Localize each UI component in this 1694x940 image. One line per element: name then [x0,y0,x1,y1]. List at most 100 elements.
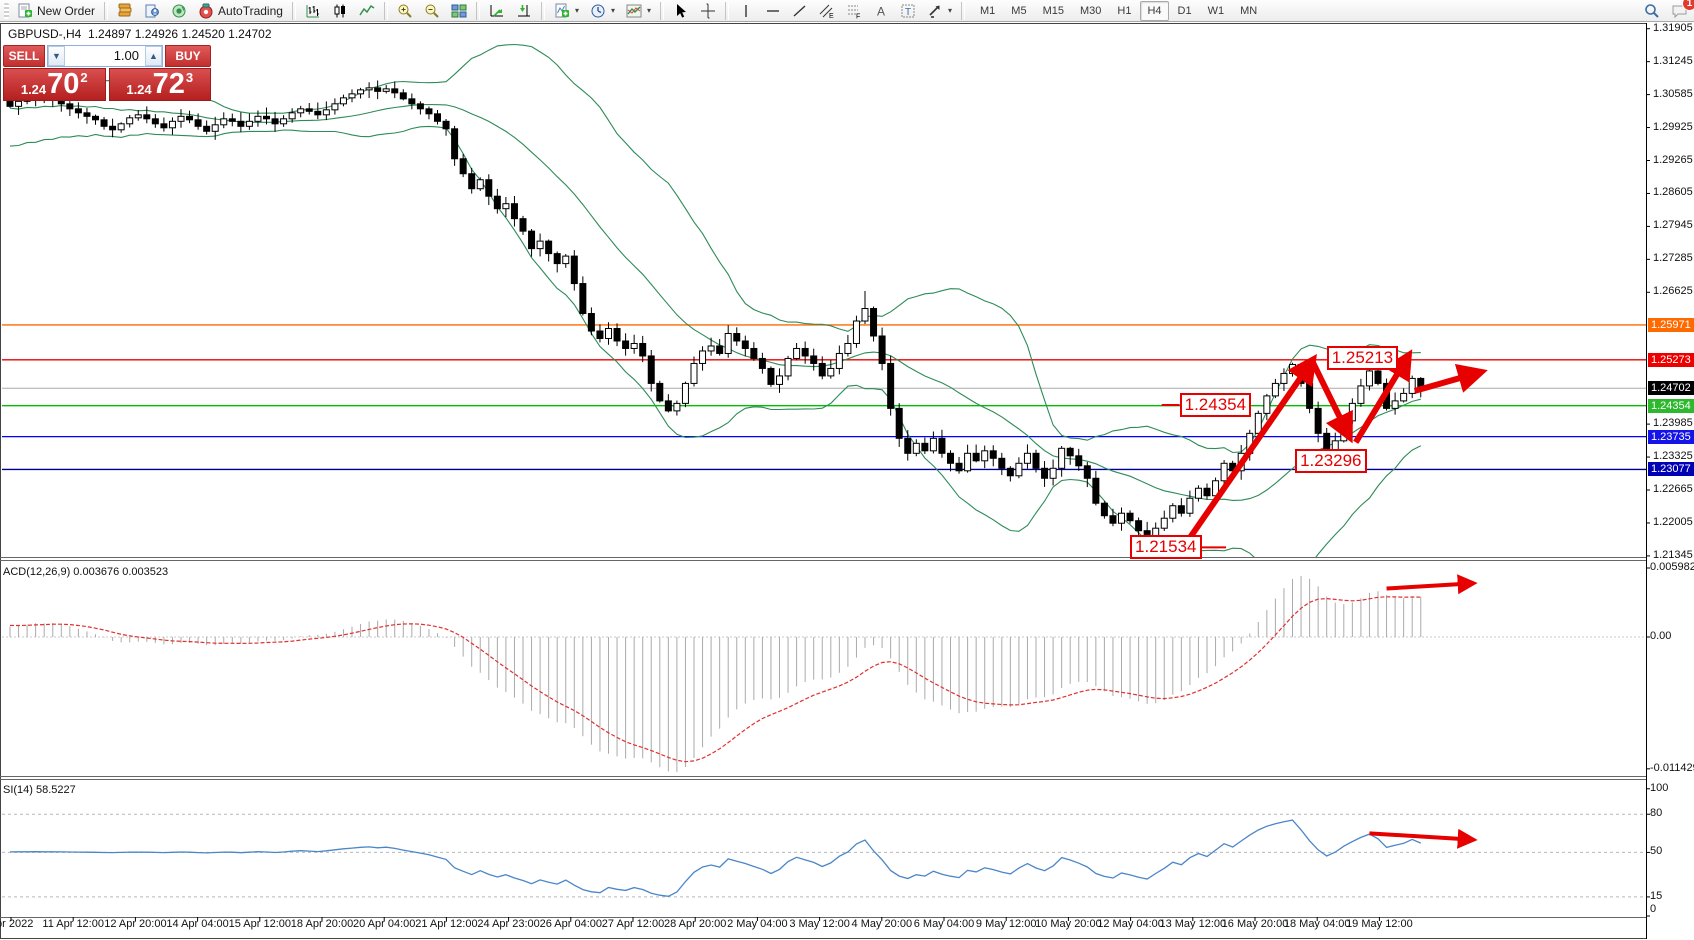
sell-price-panel[interactable]: 1.24 70 2 [3,68,106,101]
buy-price-panel[interactable]: 1.24 72 3 [109,68,212,101]
templates-button[interactable]: ▾ [621,0,656,22]
toolbar-separator [961,2,965,20]
notifications-button[interactable]: 1 [1666,0,1692,22]
autotrading-button[interactable]: AutoTrading [193,0,288,22]
price-annotation[interactable]: 1.21534 [1130,535,1201,559]
profiles-button[interactable] [139,0,165,22]
horizontal-line-icon [765,3,781,19]
chart-canvas[interactable] [0,23,1694,940]
arrows-button[interactable]: ▾ [922,0,957,22]
profiles-icon [144,3,160,19]
dropdown-caret-icon: ▾ [647,6,651,15]
vertical-line-button[interactable] [733,0,759,22]
time-axis-label: 11 Apr 12:00 [42,918,104,930]
timeframe-button-h4[interactable]: H4 [1140,1,1168,21]
price-annotation[interactable]: 1.25213 [1327,346,1398,370]
new-order-button[interactable]: New Order [12,0,100,22]
volume-spinner: ▼ 1.00 ▲ [47,45,163,67]
candlestick-chart-icon [332,3,348,19]
text-label-button[interactable]: T [895,0,921,22]
time-axis-label: 19 May 12:00 [1346,918,1413,930]
buy-button[interactable]: BUY [165,45,211,67]
toolbar-separator [384,2,388,20]
horizontal-line-button[interactable] [760,0,786,22]
tile-windows-icon [451,3,467,19]
time-axis-label: 18 Apr 20:00 [291,918,353,930]
toolbar-grip[interactable] [4,3,9,19]
price-axis-tick: 1.31245 [1653,55,1693,67]
crosshair-button[interactable] [695,0,721,22]
bar-chart-icon [305,3,321,19]
tile-windows-button[interactable] [446,0,472,22]
time-axis-label: 12 Apr 20:00 [104,918,166,930]
price-annotation[interactable]: 1.24354 [1180,393,1251,417]
chart-border [1,24,1647,939]
arrows-icon [927,3,943,19]
trendline-button[interactable] [787,0,813,22]
trendline-icon [792,3,808,19]
buy-price-base: 1.24 [126,82,151,97]
sell-price-point: 2 [80,70,87,85]
svg-text:T: T [905,7,911,18]
timeframe-button-w1[interactable]: W1 [1201,1,1232,21]
price-axis-tick: 1.23985 [1653,417,1693,429]
rsi-axis-tick: 15 [1650,890,1662,902]
timeframe-button-m5[interactable]: M5 [1004,1,1033,21]
price-badge: 1.24354 [1648,399,1694,413]
new-order-label: New Order [37,4,95,18]
time-axis-label: 14 Apr 04:00 [166,918,228,930]
clock-icon [590,3,606,19]
macd-indicator-label: ACD(12,26,9) 0.003676 0.003523 [3,566,168,578]
history-center-button[interactable] [112,0,138,22]
time-axis-label: 21 Apr 12:00 [415,918,477,930]
sell-button[interactable]: SELL [3,45,45,67]
time-axis-label: 24 Apr 23:00 [477,918,539,930]
line-chart-button[interactable] [354,0,380,22]
autotrading-label: AutoTrading [218,4,283,18]
text-button[interactable]: A [868,0,894,22]
rsi-axis-tick: 80 [1650,807,1662,819]
candlestick-chart-button[interactable] [327,0,353,22]
price-axis-tick: 1.22005 [1653,516,1693,528]
equidistant-channel-button[interactable]: E [814,0,840,22]
volume-value[interactable]: 1.00 [65,46,145,66]
timeframe-button-h1[interactable]: H1 [1110,1,1138,21]
price-axis-tick: 1.31905 [1653,22,1693,34]
search-button[interactable] [1639,0,1665,22]
timeframe-button-mn[interactable]: MN [1233,1,1264,21]
time-axis-label: 9 May 12:00 [976,918,1037,930]
bar-chart-button[interactable] [300,0,326,22]
auto-scroll-button[interactable] [484,0,510,22]
volume-decrease-button[interactable]: ▼ [48,46,65,66]
timeframe-button-m15[interactable]: M15 [1036,1,1071,21]
time-axis-label: 4 May 20:00 [852,918,913,930]
timeframe-button-m1[interactable]: M1 [973,1,1002,21]
zoom-in-button[interactable] [392,0,418,22]
time-axis-label: 28 Apr 20:00 [664,918,726,930]
sounds-button[interactable] [166,0,192,22]
macd-axis-tick: 0.005982 [1650,561,1694,573]
price-axis-tick: 1.30585 [1653,88,1693,100]
dropdown-caret-icon: ▾ [575,6,579,15]
timeframe-button-m30[interactable]: M30 [1073,1,1108,21]
time-axis-label: 13 May 12:00 [1159,918,1226,930]
indicators-button[interactable]: ▾ [549,0,584,22]
chart-window: GBPUSD-,H4 1.24897 1.24926 1.24520 1.247… [0,23,1694,940]
time-axis-label: 20 Apr 04:00 [353,918,415,930]
volume-increase-button[interactable]: ▲ [145,46,162,66]
time-axis-label: 26 Apr 04:00 [540,918,602,930]
fibonacci-button[interactable]: F [841,0,867,22]
cursor-button[interactable] [668,0,694,22]
chart-shift-icon [516,3,532,19]
timeframe-button-d1[interactable]: D1 [1171,1,1199,21]
zoom-out-button[interactable] [419,0,445,22]
chart-shift-button[interactable] [511,0,537,22]
sounds-icon [171,3,187,19]
price-annotation[interactable]: 1.23296 [1295,449,1366,473]
mt4-application: New Order AutoTrading [0,0,1694,940]
rsi-indicator-label: SI(14) 58.5227 [3,784,76,796]
price-badge: 1.24702 [1648,381,1694,395]
rsi-axis-tick: 50 [1650,845,1662,857]
periods-button[interactable]: ▾ [585,0,620,22]
price-badge: 1.23077 [1648,462,1694,476]
